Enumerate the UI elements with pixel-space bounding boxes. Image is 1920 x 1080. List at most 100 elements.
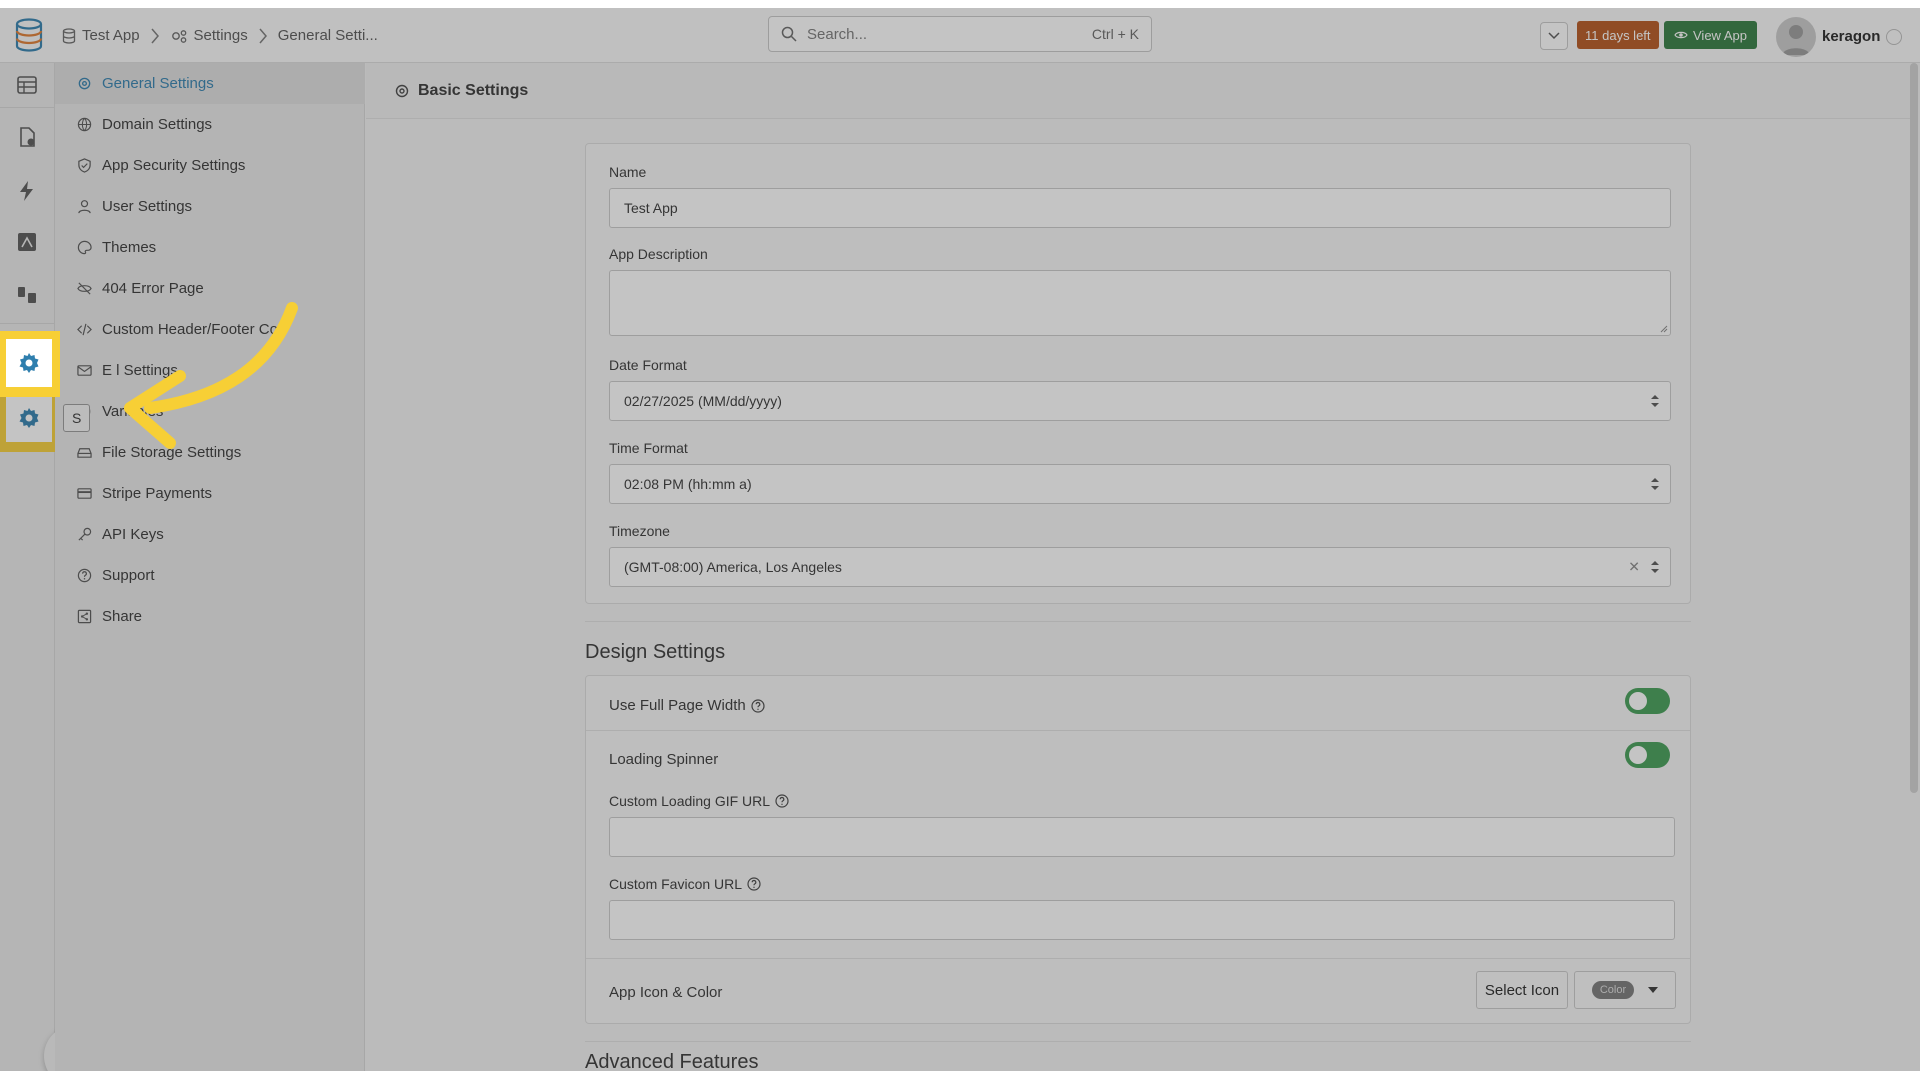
username[interactable]: keragon [1822, 28, 1880, 45]
help-circle-icon[interactable] [775, 794, 789, 808]
sidebar-item-email-settings[interactable]: E l Settings [55, 350, 365, 391]
breadcrumb-app-label: Test App [82, 27, 140, 44]
design-settings-card: Use Full Page Width Loading Spinner Cust… [585, 675, 1691, 1024]
trial-badge[interactable]: 11 days left [1577, 21, 1659, 49]
breadcrumb-current-label: General Setti... [277, 27, 378, 44]
sidebar-item-label: User Settings [102, 198, 193, 215]
search-shortcut: Ctrl + K [1091, 26, 1139, 42]
caret-down-icon [1648, 987, 1659, 993]
database-icon [62, 27, 76, 44]
sidebar-item-label: API Keys [102, 526, 164, 543]
sidebar-item-label: 404 Error Page [102, 280, 204, 297]
question-icon [77, 568, 92, 583]
sidebar-item-label: Variables [102, 403, 164, 420]
name-field[interactable]: Test App [609, 188, 1671, 228]
sidebar-item-domain-settings[interactable]: Domain Settings [55, 104, 365, 145]
description-field[interactable] [609, 270, 1671, 336]
eye-slash-icon [77, 282, 92, 295]
view-app-label: View App [1693, 27, 1747, 43]
sidebar-item-label: Share [102, 608, 143, 625]
help-circle-icon[interactable] [751, 698, 765, 713]
favicon-url-field[interactable] [609, 900, 1675, 940]
divider [585, 621, 1691, 622]
database-logo-icon[interactable] [14, 18, 44, 52]
select-icon-button[interactable]: Select Icon [1476, 971, 1568, 1009]
main-content: Basic Settings Name Test App App Descrip… [366, 63, 1916, 1071]
scrollbar[interactable] [1910, 63, 1918, 793]
share-icon [77, 609, 92, 624]
icon-rail: g. 1 ? [0, 63, 118, 1071]
table-icon[interactable] [11, 69, 43, 101]
breadcrumb-app[interactable]: Test App [62, 27, 140, 44]
breadcrumb-current: General Setti... [278, 27, 378, 44]
spotlight-gear-button[interactable] [0, 331, 60, 397]
automations-icon[interactable] [11, 175, 43, 207]
gif-url-field[interactable] [609, 817, 1675, 857]
globe-icon [77, 117, 92, 132]
sidebar-item-support[interactable]: Support [55, 555, 365, 596]
color-picker-button[interactable]: Color [1574, 971, 1676, 1009]
settings-sidebar: General Settings Domain Settings App Sec… [55, 63, 365, 1071]
sidebar-item-custom-header-footer[interactable]: Custom Header/Footer Co [55, 309, 365, 350]
sidebar-item-variables[interactable]: Variables [55, 391, 365, 432]
app-switcher-button[interactable] [1540, 22, 1568, 50]
help-circle-icon[interactable] [747, 877, 761, 891]
loading-spinner-toggle[interactable] [1625, 742, 1670, 768]
sidebar-item-share[interactable]: Share [55, 596, 365, 637]
breadcrumb: Test App Settings General Setti... [62, 8, 378, 63]
user-icon [78, 200, 91, 214]
favicon-url-label: Custom Favicon URL [609, 876, 761, 892]
rail-tooltip-text: S [72, 410, 82, 426]
sidebar-item-themes[interactable]: Themes [55, 227, 365, 268]
data-sources-icon[interactable] [11, 279, 43, 311]
user-menu-icon[interactable] [1886, 29, 1902, 45]
sort-arrows-icon [1651, 395, 1659, 407]
advanced-features-heading: Advanced Features [585, 1051, 759, 1071]
breadcrumb-settings[interactable]: Settings [170, 27, 248, 44]
page-title: Basic Settings [366, 63, 1916, 119]
sidebar-item-general-settings[interactable]: General Settings [55, 63, 365, 104]
clear-icon[interactable]: ✕ [1628, 559, 1640, 576]
gear-icon [6, 339, 52, 387]
search-input[interactable]: Search... Ctrl + K [768, 16, 1152, 52]
sidebar-item-app-security[interactable]: App Security Settings [55, 145, 365, 186]
timezone-select[interactable]: (GMT-08:00) America, Los Angeles ✕ [609, 547, 1671, 587]
time-format-value: 02:08 PM (hh:mm a) [624, 476, 752, 492]
gear-icon[interactable] [6, 394, 52, 442]
description-label: App Description [609, 246, 708, 262]
full-width-label: Use Full Page Width [609, 697, 765, 714]
chevron-right-icon [259, 28, 267, 43]
sidebar-item-label: File Storage Settings [102, 444, 242, 461]
pdf-icon[interactable] [11, 226, 43, 258]
resize-handle-icon[interactable] [1660, 325, 1668, 333]
rail-tooltip: S [63, 404, 91, 432]
breadcrumb-settings-label: Settings [193, 27, 248, 44]
spinner-label: Loading Spinner [609, 751, 719, 768]
color-swatch: Color [1591, 981, 1635, 999]
sidebar-item-user-settings[interactable]: User Settings [55, 186, 365, 227]
full-width-toggle[interactable] [1625, 688, 1670, 714]
timezone-label: Timezone [609, 523, 670, 539]
date-format-label: Date Format [609, 357, 687, 373]
credit-card-icon [77, 488, 92, 499]
avatar[interactable] [1776, 17, 1816, 57]
app-icon-color-label: App Icon & Color [609, 984, 723, 1001]
eye-icon [1674, 31, 1688, 39]
divider [585, 1041, 1691, 1042]
view-app-button[interactable]: View App [1664, 21, 1757, 49]
sort-arrows-icon [1651, 478, 1659, 490]
page-title-text: Basic Settings [418, 81, 529, 99]
gears-icon [171, 29, 186, 43]
favicon-url-label-text: Custom Favicon URL [609, 876, 743, 892]
basic-settings-card: Name Test App App Description Date Forma… [585, 143, 1691, 604]
sidebar-item-404-page[interactable]: 404 Error Page [55, 268, 365, 309]
envelope-icon [77, 365, 92, 376]
date-format-select[interactable]: 02/27/2025 (MM/dd/yyyy) [609, 381, 1671, 421]
sidebar-item-file-storage[interactable]: File Storage Settings [55, 432, 365, 473]
chevron-right-icon [150, 28, 159, 43]
time-format-select[interactable]: 02:08 PM (hh:mm a) [609, 464, 1671, 504]
sidebar-item-api-keys[interactable]: API Keys [55, 514, 365, 555]
documents-icon[interactable] [11, 121, 43, 153]
sidebar-item-stripe-payments[interactable]: Stripe Payments [55, 473, 365, 514]
design-settings-heading: Design Settings [585, 641, 726, 663]
